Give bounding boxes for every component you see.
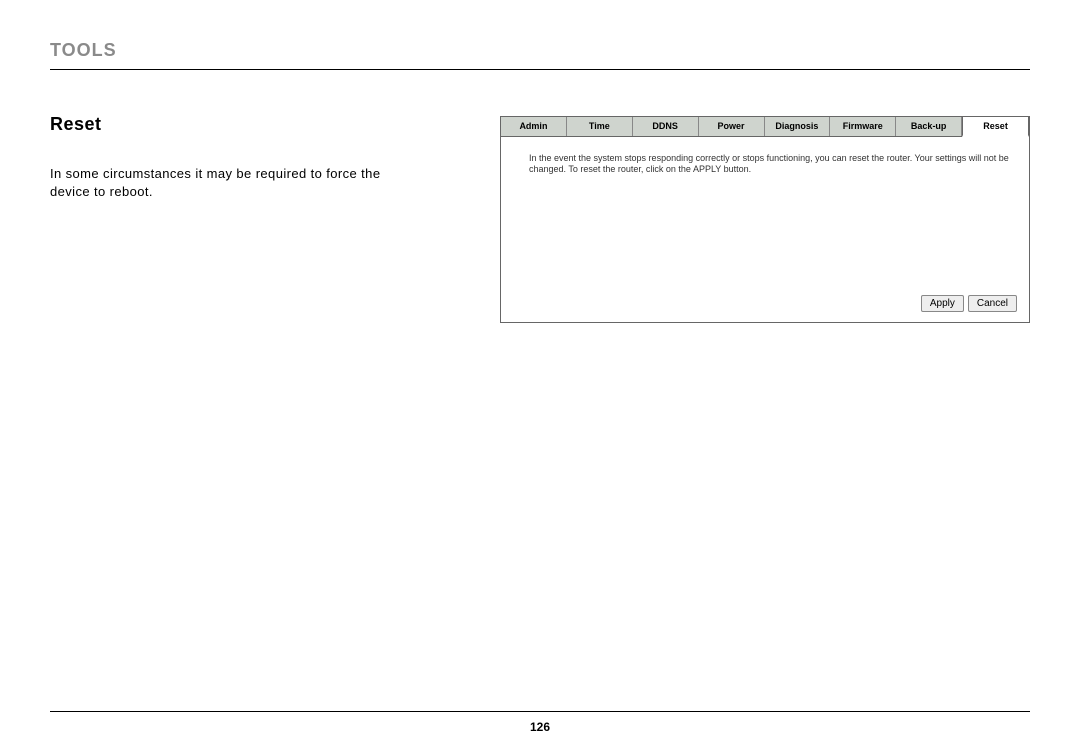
page-number: 126	[0, 720, 1080, 734]
right-column: Admin Time DDNS Power Diagnosis Firmware…	[500, 110, 1030, 323]
tab-bar: Admin Time DDNS Power Diagnosis Firmware…	[501, 117, 1029, 137]
section-title: TOOLS	[50, 40, 1030, 70]
body-text: In some circumstances it may be required…	[50, 165, 400, 200]
panel-body: In the event the system stops responding…	[501, 137, 1029, 287]
tab-reset[interactable]: Reset	[962, 117, 1029, 137]
subheading-reset: Reset	[50, 114, 470, 135]
tab-power[interactable]: Power	[699, 117, 765, 136]
tab-ddns[interactable]: DDNS	[633, 117, 699, 136]
screenshot-panel: Admin Time DDNS Power Diagnosis Firmware…	[500, 116, 1030, 323]
tab-backup[interactable]: Back-up	[896, 117, 962, 136]
tab-time[interactable]: Time	[567, 117, 633, 136]
panel-body-text: In the event the system stops responding…	[529, 153, 1009, 174]
footer-rule	[50, 711, 1030, 712]
apply-button[interactable]: Apply	[921, 295, 964, 312]
tab-diagnosis[interactable]: Diagnosis	[765, 117, 831, 136]
cancel-button[interactable]: Cancel	[968, 295, 1017, 312]
content-area: Reset In some circumstances it may be re…	[50, 110, 1030, 323]
tab-admin[interactable]: Admin	[501, 117, 567, 136]
tab-firmware[interactable]: Firmware	[830, 117, 896, 136]
panel-actions: Apply Cancel	[501, 287, 1029, 322]
left-column: Reset In some circumstances it may be re…	[50, 110, 470, 200]
